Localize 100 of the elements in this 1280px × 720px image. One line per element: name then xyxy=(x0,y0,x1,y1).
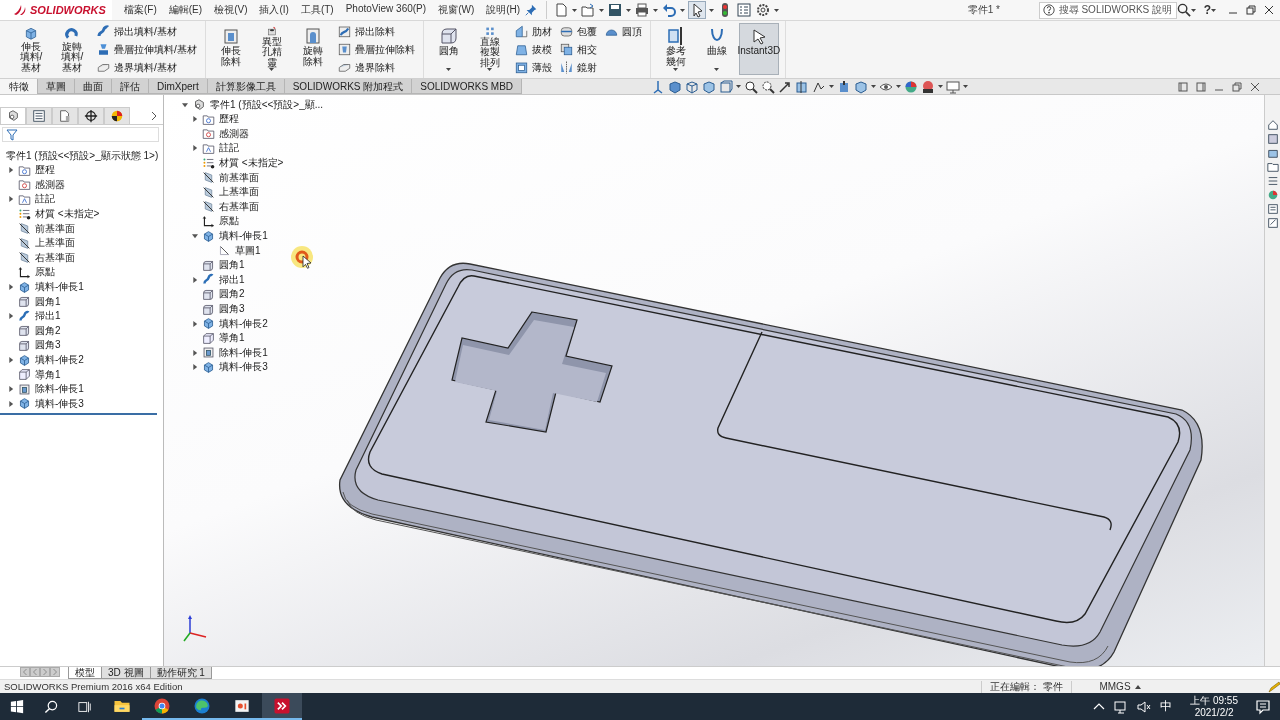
tree-item[interactable]: 圓角2 xyxy=(34,323,62,338)
ribbon-button[interactable]: 伸長除料 xyxy=(211,23,250,75)
expand-arrow-icon[interactable] xyxy=(191,276,198,283)
dropdown-caret-icon[interactable] xyxy=(774,8,780,12)
menu-item[interactable]: 編輯(E) xyxy=(164,1,207,19)
help-button[interactable]: ? xyxy=(1203,3,1211,17)
command-tab[interactable]: SOLIDWORKS 附加程式 xyxy=(283,79,413,94)
dropdown-caret-icon[interactable] xyxy=(871,85,877,88)
ribbon-button[interactable]: 伸長填料/基材 xyxy=(12,23,50,75)
properties-icon[interactable] xyxy=(1266,203,1279,215)
appearance-sphere-icon[interactable] xyxy=(904,79,919,94)
tree-item[interactable]: 原點 xyxy=(218,214,240,229)
ribbon-button[interactable]: 鏡射 xyxy=(556,59,599,76)
dropdown-caret-icon[interactable] xyxy=(938,85,944,88)
close-icon[interactable] xyxy=(1264,5,1274,15)
dropdown-caret-icon[interactable] xyxy=(269,68,275,71)
ribbon-button[interactable]: Instant3D xyxy=(738,23,779,75)
dropdown-caret-icon[interactable] xyxy=(680,8,686,12)
expand-arrow-icon[interactable] xyxy=(191,349,198,356)
tree-item[interactable]: 上基準面 xyxy=(218,185,260,200)
tree-item[interactable]: 填料-伸長3 xyxy=(34,396,85,411)
zoom-fit-icon[interactable] xyxy=(744,79,759,94)
task-view-icon[interactable] xyxy=(78,699,92,714)
tree-item[interactable]: 填料-伸長3 xyxy=(218,360,269,375)
search-field[interactable]: 搜尋 SOLIDWORKS 說明 xyxy=(1038,1,1177,19)
tree-item[interactable]: 註記 xyxy=(218,141,240,156)
expand-arrow-icon[interactable] xyxy=(7,357,14,363)
panel-tab[interactable] xyxy=(104,107,130,124)
ribbon-button[interactable]: 圓角 xyxy=(429,23,468,75)
ribbon-button[interactable]: 邊界除料 xyxy=(334,59,417,76)
restore-icon[interactable] xyxy=(1246,5,1256,15)
pencil-icon[interactable] xyxy=(1268,680,1280,693)
caret-up-icon[interactable] xyxy=(1134,684,1141,689)
expand-arrow-icon[interactable] xyxy=(191,116,198,123)
expand-arrow-icon[interactable] xyxy=(7,386,14,393)
ribbon-button[interactable]: 包覆 xyxy=(556,23,599,40)
tile-left-icon[interactable] xyxy=(1178,81,1188,92)
menu-item[interactable]: 檢視(V) xyxy=(210,1,252,19)
ribbon-button[interactable]: 相交 xyxy=(556,41,599,58)
tree-item[interactable]: 填料-伸長2 xyxy=(34,353,85,367)
undo-icon[interactable] xyxy=(661,2,678,18)
ribbon-button[interactable]: 直線複製排列 xyxy=(470,23,509,75)
new-document-icon[interactable] xyxy=(553,2,570,18)
expand-arrow-icon[interactable] xyxy=(7,400,14,407)
clock[interactable]: 上午 09:55 2021/2/2 xyxy=(1190,694,1238,719)
tree-root-item[interactable]: 零件1 (預設<<預設>_顯示狀態 1>) xyxy=(5,148,160,163)
expand-arrow-icon[interactable] xyxy=(7,167,14,174)
command-tab[interactable]: 草圖 xyxy=(37,79,75,94)
command-tab[interactable]: 特徵 xyxy=(0,79,38,94)
dropdown-caret-icon[interactable] xyxy=(736,85,742,88)
expand-arrow-icon[interactable] xyxy=(7,313,14,320)
ribbon-button[interactable]: 邊界填料/基材 xyxy=(94,59,199,76)
ribbon-button[interactable]: 薄殼 xyxy=(511,59,554,76)
dropdown-caret-icon[interactable] xyxy=(963,85,969,88)
ribbon-button[interactable]: 肋材 xyxy=(511,23,554,40)
input-method-indicator[interactable]: 中 xyxy=(1160,698,1173,715)
ribbon-button[interactable]: 圓頂 xyxy=(601,23,644,40)
menu-item[interactable]: 工具(T) xyxy=(296,1,338,19)
expand-arrow-icon[interactable] xyxy=(191,145,198,152)
tree-item[interactable]: 感測器 xyxy=(218,126,250,141)
tree-item[interactable]: 前基準面 xyxy=(218,170,260,185)
tree-item[interactable]: 右基準面 xyxy=(218,199,260,214)
options-gear-icon[interactable] xyxy=(755,2,772,18)
dropdown-caret-icon[interactable] xyxy=(1190,8,1196,12)
menu-item[interactable]: 說明(H) xyxy=(482,1,525,19)
menu-item[interactable]: 插入(I) xyxy=(255,1,293,19)
units-selector[interactable]: MMGS xyxy=(1099,681,1131,692)
appearance-sphere-icon[interactable] xyxy=(1266,189,1279,201)
search-icon[interactable] xyxy=(1176,3,1191,17)
section-view-icon[interactable] xyxy=(795,79,810,94)
command-tab[interactable]: DimXpert xyxy=(148,79,208,94)
scene-icon[interactable] xyxy=(921,79,936,94)
ribbon-button[interactable]: 異型孔精靈 xyxy=(252,23,291,75)
ribbon-button[interactable]: 掃出除料 xyxy=(334,23,417,40)
previous-view-icon[interactable] xyxy=(778,79,793,94)
list-icon[interactable] xyxy=(1266,175,1279,187)
tree-item[interactable]: 填料-伸長1 xyxy=(218,229,269,244)
tree-item[interactable]: 右基準面 xyxy=(34,250,76,265)
tile-right-icon[interactable] xyxy=(1196,81,1206,92)
tree-item[interactable]: 導角1 xyxy=(34,367,62,382)
chevron-up-icon[interactable] xyxy=(1093,701,1106,712)
document-tab[interactable]: 3D 視圖 xyxy=(101,667,151,679)
tree-item[interactable]: 填料-伸長2 xyxy=(218,316,269,331)
dropdown-caret-icon[interactable] xyxy=(714,68,720,71)
tree-item[interactable]: 除料-伸長1 xyxy=(218,345,269,360)
ribbon-button[interactable]: 曲線 xyxy=(697,23,736,75)
menu-item[interactable]: PhotoView 360(P) xyxy=(341,1,431,19)
tree-item[interactable]: 歷程 xyxy=(34,163,56,178)
ribbon-button[interactable]: 旋轉除料 xyxy=(293,23,332,75)
tree-item[interactable]: 導角1 xyxy=(218,331,246,346)
speaker-muted-icon[interactable] xyxy=(1137,699,1152,714)
ribbon-button[interactable]: 參考幾何 xyxy=(656,23,695,75)
menu-item[interactable]: 檔案(F) xyxy=(120,1,161,19)
ribbon-button[interactable]: 旋轉填料/基材 xyxy=(53,23,91,75)
command-tab[interactable]: 曲面 xyxy=(74,79,112,94)
ribbon-button[interactable]: 疊層拉伸填料/基材 xyxy=(94,41,199,58)
tree-item[interactable]: 圓角3 xyxy=(34,338,62,353)
pin-icon[interactable] xyxy=(524,3,539,17)
ribbon-button[interactable]: 掃出填料/基材 xyxy=(94,23,199,40)
taskbar-button[interactable] xyxy=(262,693,302,720)
